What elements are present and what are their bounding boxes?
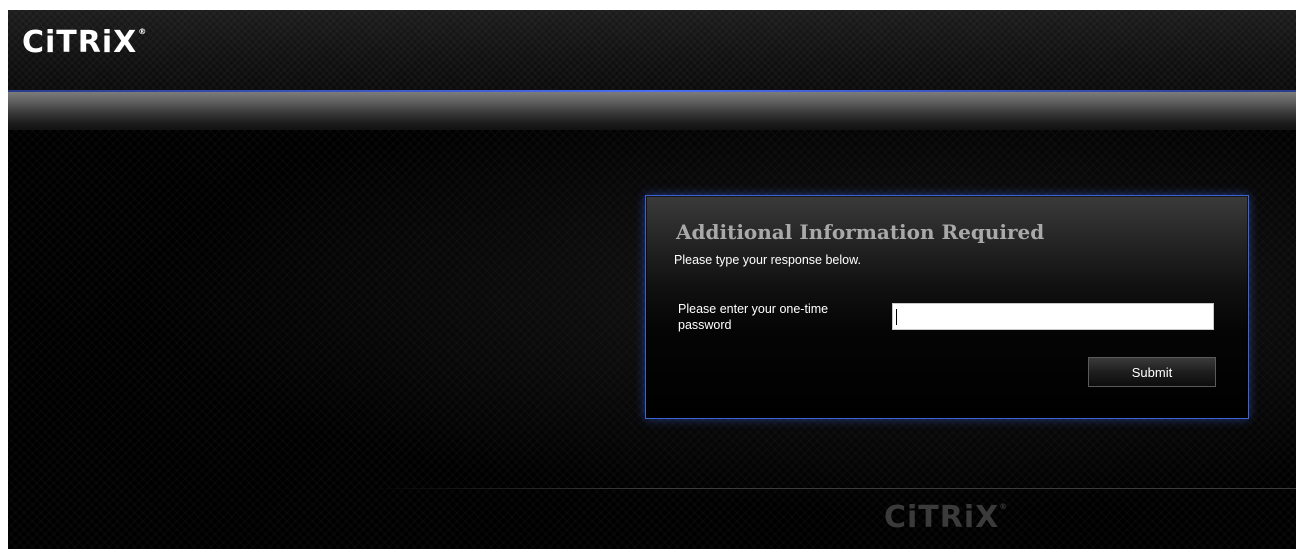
footer-logo-text: CiTRiX: [884, 500, 1000, 535]
additional-info-panel: Additional Information Required Please t…: [645, 195, 1249, 419]
logo-text: CiTRiX: [22, 25, 138, 60]
citrix-login-page: CiTRiX® Additional Information Required …: [8, 10, 1296, 549]
citrix-logo: CiTRiX®: [22, 28, 147, 58]
panel-title: Additional Information Required: [676, 220, 1045, 244]
otp-password-input[interactable]: [892, 303, 1214, 330]
otp-field-label: Please enter your one-time password: [678, 302, 829, 332]
header: CiTRiX®: [8, 10, 1296, 92]
logo-registered-mark: ®: [138, 27, 148, 36]
header-bar: [8, 92, 1296, 130]
text-caret: [896, 309, 897, 325]
submit-button[interactable]: Submit: [1088, 357, 1216, 387]
footer-divider: [368, 488, 1296, 489]
footer-logo-registered-mark: ®: [999, 502, 1009, 511]
footer-citrix-logo: CiTRiX®: [884, 503, 1008, 533]
panel-subtitle: Please type your response below.: [674, 253, 861, 267]
